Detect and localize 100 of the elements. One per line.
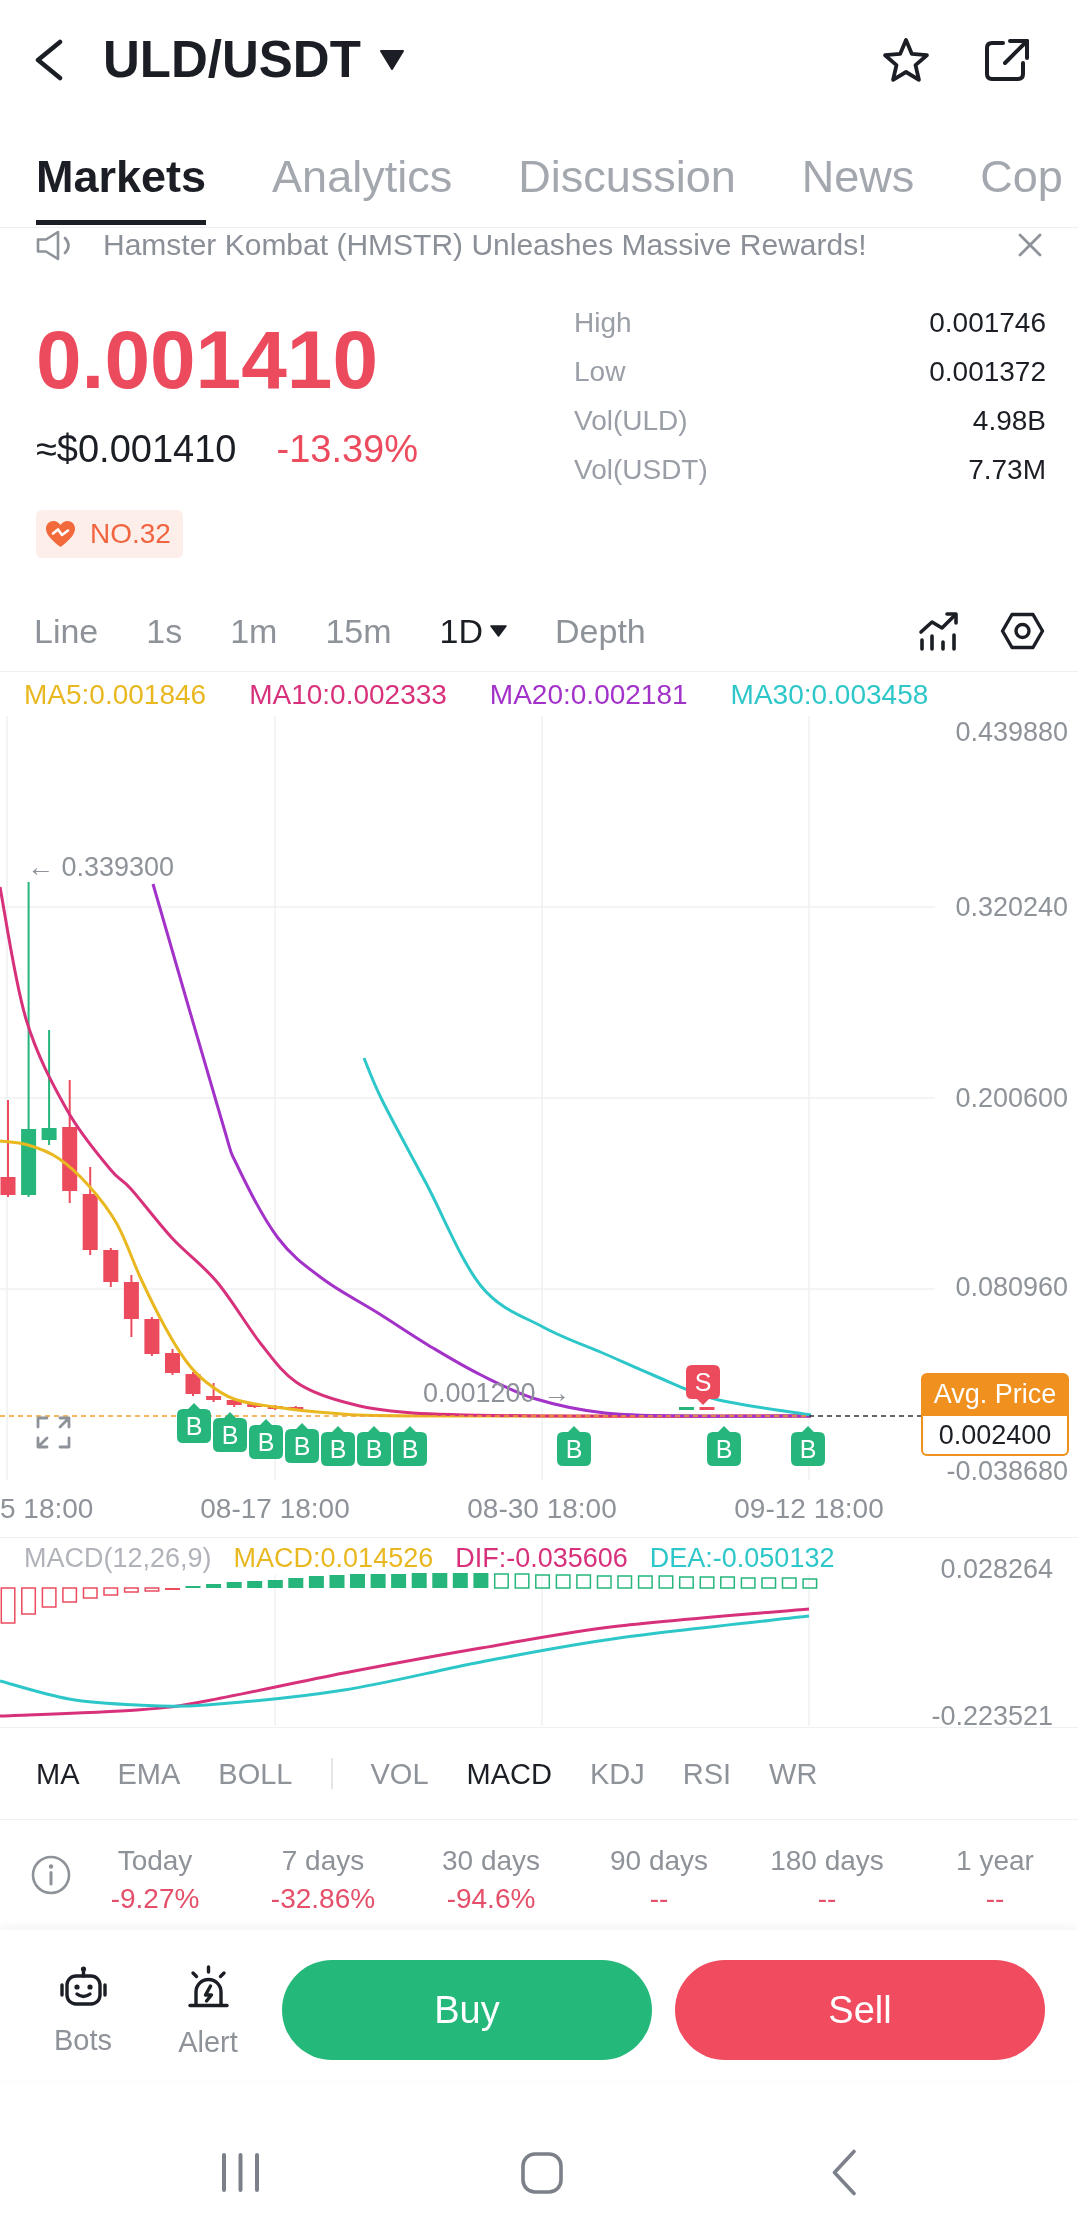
bots-button[interactable]: Bots	[48, 1965, 118, 2057]
tab[interactable]: Cop	[980, 151, 1063, 225]
candle	[144, 1316, 160, 1357]
indicator-tab[interactable]: EMA	[117, 1756, 181, 1791]
period-label: 1 year	[956, 1846, 1034, 1876]
histogram-bar	[473, 1573, 489, 1588]
histogram-bar	[535, 1574, 551, 1589]
histogram-bar	[802, 1578, 818, 1589]
buy-marker: B	[321, 1426, 355, 1466]
indicator-tab[interactable]: WR	[769, 1756, 818, 1791]
interval-option[interactable]: 1D	[439, 610, 508, 651]
axis-label: -0.038680	[946, 1460, 1068, 1482]
stat-label: Low	[574, 355, 626, 388]
expand-icon[interactable]	[36, 1416, 71, 1449]
histogram-bar	[514, 1573, 530, 1589]
back-icon[interactable]	[34, 39, 63, 81]
period-label: 180 days	[770, 1846, 884, 1876]
candle	[185, 1371, 201, 1397]
histogram-bar	[411, 1573, 427, 1588]
interval-option[interactable]: 1m	[230, 610, 278, 651]
moving-average-label: MA20:0.002181	[489, 680, 688, 712]
candle	[103, 1247, 119, 1288]
high-price-label: ← 0.339300	[27, 854, 175, 880]
stat-value: 7.73M	[968, 453, 1046, 486]
moving-average-label: MA5:0.001846	[24, 680, 207, 712]
histogram-bar	[658, 1575, 674, 1589]
announcement-text[interactable]: Hamster Kombat (HMSTR) Unleashes Massive Rewards!	[103, 228, 867, 262]
chart-icon[interactable]	[918, 610, 959, 651]
interval-option[interactable]: Depth	[555, 610, 646, 651]
buy-marker: B	[249, 1419, 283, 1459]
axis-label: 5 18:00	[0, 1494, 94, 1524]
histogram-bar	[123, 1587, 139, 1593]
candle	[165, 1348, 180, 1376]
interval-option[interactable]: Line	[34, 610, 99, 651]
histogram-bar	[576, 1574, 592, 1589]
indicator-title: MACD(12,26,9)	[24, 1543, 212, 1573]
recent-apps-icon[interactable]	[219, 2152, 261, 2193]
histogram-bar	[103, 1587, 119, 1596]
indicator-tab[interactable]: MA	[36, 1756, 80, 1791]
histogram-bar	[267, 1580, 283, 1588]
info-icon[interactable]	[31, 1855, 71, 1895]
histogram-bar	[41, 1587, 57, 1608]
histogram-bar	[678, 1576, 694, 1589]
home-icon[interactable]	[521, 2151, 563, 2194]
close-icon[interactable]	[1018, 233, 1042, 257]
caret-icon	[379, 50, 404, 70]
tab[interactable]: Analytics	[272, 151, 453, 225]
tab[interactable]: News	[801, 151, 915, 225]
alert-button[interactable]: Alert	[173, 1965, 243, 2057]
axis-label: 08-17 18:00	[200, 1494, 350, 1524]
candle	[123, 1274, 139, 1338]
robot-icon	[58, 1965, 108, 2007]
indicator-tab[interactable]: RSI	[682, 1756, 732, 1791]
indicator-value: DEA:-0.050132	[649, 1543, 835, 1573]
indicator-tab[interactable]: BOLL	[218, 1756, 293, 1791]
histogram-bar	[432, 1573, 448, 1588]
stat-label: High	[574, 306, 632, 339]
indicator-value: MACD:0.014526	[233, 1543, 434, 1573]
histogram-bar	[350, 1574, 365, 1588]
share-icon[interactable]	[983, 37, 1031, 83]
indicator-tab[interactable]: KDJ	[589, 1756, 645, 1791]
buy-marker: B	[707, 1426, 741, 1466]
rank-label: NO.32	[90, 518, 171, 550]
star-icon[interactable]	[880, 36, 932, 84]
pair-selector[interactable]: ULD/USDT	[103, 30, 404, 90]
candle	[206, 1382, 222, 1403]
tab[interactable]: Discussion	[518, 151, 736, 225]
period-change: --	[985, 1884, 1005, 1914]
interval-option[interactable]: 15m	[325, 610, 392, 651]
interval-option[interactable]: 1s	[146, 610, 183, 651]
buy-button[interactable]: Buy	[282, 1960, 652, 2060]
usd-price: ≈$0.001410	[36, 427, 237, 471]
histogram-bar	[308, 1576, 324, 1588]
histogram-bar	[370, 1574, 386, 1588]
candle	[699, 1406, 715, 1411]
histogram-bar	[247, 1581, 263, 1588]
sell-button[interactable]: Sell	[675, 1960, 1045, 2060]
axis-label: 09-12 18:00	[734, 1494, 884, 1524]
buy-marker: B	[393, 1426, 427, 1466]
period-change: -32.86%	[270, 1884, 376, 1914]
histogram-bar	[62, 1587, 78, 1603]
period-change: --	[649, 1884, 669, 1914]
histogram-bar	[761, 1577, 777, 1589]
histogram-bar	[288, 1578, 304, 1588]
indicator-tab[interactable]: MACD	[466, 1756, 552, 1791]
histogram-bar	[391, 1574, 407, 1588]
buy-marker: B	[213, 1412, 247, 1452]
period-label: 7 days	[281, 1846, 365, 1876]
histogram-bar	[226, 1582, 242, 1588]
period-label: 90 days	[609, 1846, 709, 1876]
settings-icon[interactable]	[1000, 611, 1045, 650]
stat-label: Vol(ULD)	[574, 404, 688, 437]
histogram-bar	[740, 1577, 756, 1589]
period-label: Today	[117, 1846, 193, 1876]
tab[interactable]: Markets	[36, 151, 207, 225]
siren-icon	[187, 1965, 229, 2009]
indicator-tab[interactable]: VOL	[370, 1756, 429, 1791]
buy-marker: B	[791, 1426, 825, 1466]
speaker-icon	[36, 229, 72, 261]
buy-marker: B	[557, 1426, 591, 1466]
